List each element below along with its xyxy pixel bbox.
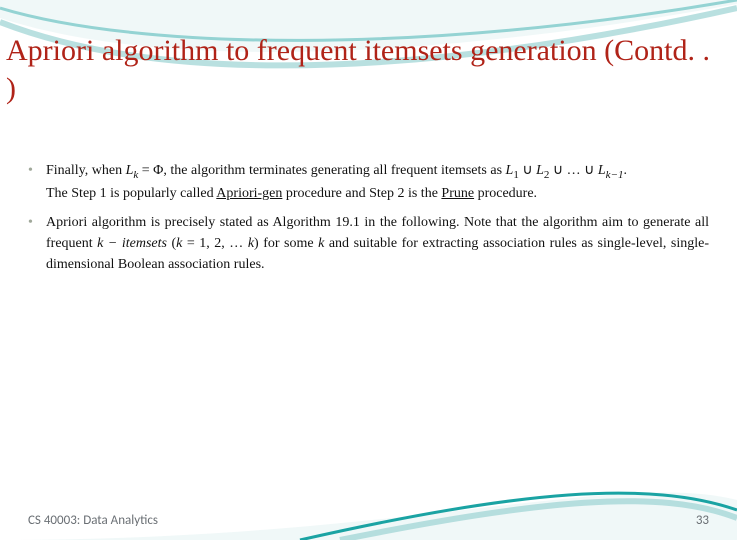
- text: = Φ, the algorithm terminates generating…: [138, 163, 505, 178]
- slide-body: Finally, when Lk = Φ, the algorithm term…: [28, 160, 709, 283]
- text: procedure and Step 2 is the: [282, 186, 441, 201]
- text: procedure.: [474, 186, 537, 201]
- bullet-2: Apriori algorithm is precisely stated as…: [28, 212, 709, 275]
- prune: Prune: [441, 186, 474, 201]
- math-L2: L: [536, 163, 544, 178]
- bottom-curve-decoration: [0, 460, 737, 540]
- math-Lkm1: L: [598, 163, 606, 178]
- footer-course: CS 40003: Data Analytics: [28, 513, 158, 528]
- cup: ∪ … ∪: [549, 163, 598, 178]
- text: Finally, when: [46, 163, 126, 178]
- text: (: [167, 236, 176, 251]
- bullet-1: Finally, when Lk = Φ, the algorithm term…: [28, 160, 709, 204]
- apriori-gen: Apriori-gen: [216, 186, 282, 201]
- text: = 1, 2, …: [182, 236, 247, 251]
- cup: ∪: [519, 163, 536, 178]
- text: .: [623, 163, 627, 178]
- text: ) for some: [254, 236, 318, 251]
- slide: Apriori algorithm to frequent itemsets g…: [0, 0, 737, 540]
- k-itemsets: k − itemsets: [97, 236, 167, 251]
- math-sub-km1: k−1: [606, 169, 624, 181]
- text: The Step 1 is popularly called: [46, 186, 216, 201]
- slide-title: Apriori algorithm to frequent itemsets g…: [6, 32, 727, 107]
- footer-page-number: 33: [696, 513, 709, 528]
